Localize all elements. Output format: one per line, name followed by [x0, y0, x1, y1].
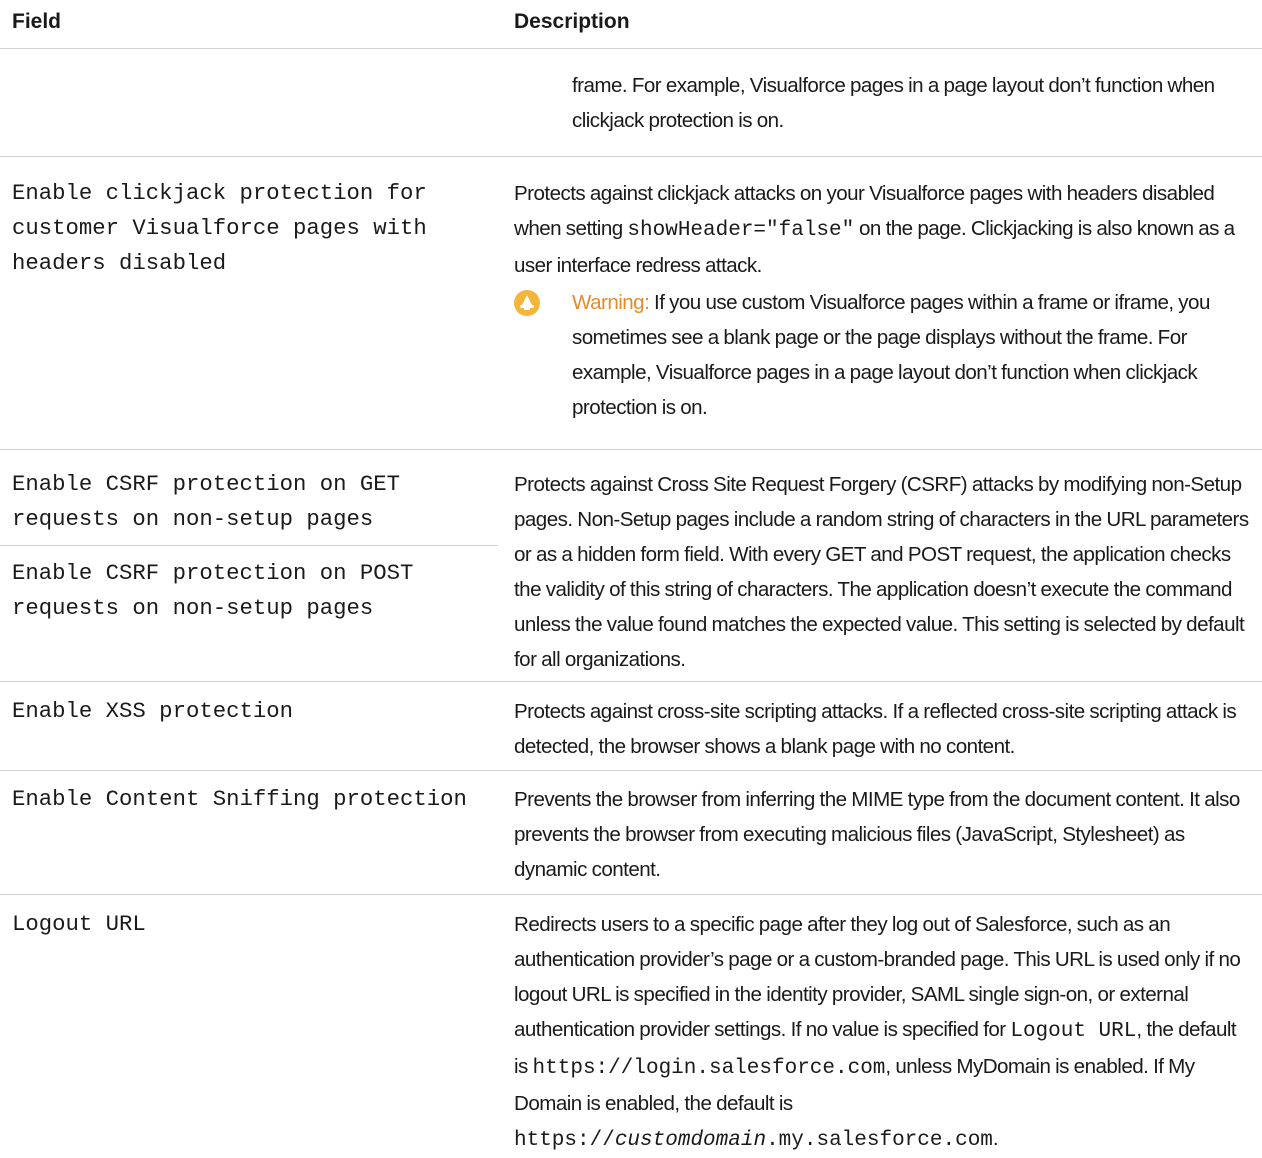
- settings-table: Field Description frame. For example, Vi…: [0, 0, 1262, 1152]
- field-name: Enable clickjack protection for customer…: [12, 180, 441, 276]
- code-snippet: https://login.salesforce.com: [532, 1057, 886, 1080]
- description: Protects against Cross Site Request Forg…: [514, 473, 1249, 671]
- field-name: Enable Content Sniffing protection: [12, 786, 467, 812]
- table-row-clickjack: Enable clickjack protection for customer…: [0, 157, 1262, 450]
- description-text: .: [992, 1127, 999, 1150]
- field-name-csrf-get: Enable CSRF protection on GET requests o…: [12, 471, 414, 532]
- code-snippet: showHeader="false": [627, 219, 855, 242]
- table-row-csrf: Enable CSRF protection on GET requests o…: [0, 450, 1262, 682]
- warning-body: If you use custom Visualforce pages with…: [572, 291, 1210, 419]
- table-row-logout-url: Logout URL Redirects users to a specific…: [0, 895, 1262, 1152]
- table-row-content-sniffing: Enable Content Sniffing protection Preve…: [0, 771, 1262, 895]
- description: Protects against clickjack attacks on yo…: [514, 176, 1254, 283]
- table-row-continued: frame. For example, Visualforce pages in…: [0, 49, 1262, 157]
- field-divider: [0, 545, 498, 546]
- warning-hat-icon: [514, 290, 540, 316]
- warning-text: Warning: If you use custom Visualforce p…: [572, 285, 1252, 425]
- field-name-csrf-post: Enable CSRF protection on POST requests …: [12, 560, 427, 621]
- description: Redirects users to a specific page after…: [514, 907, 1254, 1158]
- field-name: Enable XSS protection: [12, 698, 293, 724]
- warning-label: Warning:: [572, 291, 650, 314]
- description: Prevents the browser from inferring the …: [514, 788, 1240, 881]
- description-column-header: Description: [514, 10, 630, 33]
- field-name: Logout URL: [12, 911, 146, 937]
- continued-warning-text: frame. For example, Visualforce pages in…: [572, 74, 1215, 132]
- field-column-header: Field: [12, 10, 62, 33]
- description: Protects against cross-site scripting at…: [514, 700, 1237, 758]
- table-header: Field Description: [0, 0, 1262, 49]
- table-row-xss: Enable XSS protection Protects against c…: [0, 682, 1262, 771]
- code-snippet: Logout URL: [1010, 1020, 1137, 1043]
